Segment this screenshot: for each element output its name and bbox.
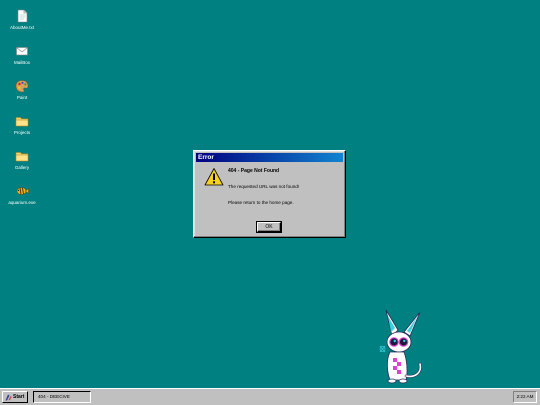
desktop-icon-mailbox[interactable]: MailBox <box>4 44 40 65</box>
error-message-line-1: The requested URL was not found! <box>228 184 300 189</box>
fish-icon <box>16 187 29 195</box>
error-message-line-2: Please return to the home page. <box>228 200 294 205</box>
warning-icon <box>204 168 224 186</box>
desktop-icon-label: Projects <box>13 130 31 135</box>
desktop-icon-label: Paint <box>16 95 28 100</box>
folder-icon <box>15 152 29 162</box>
folder-icon <box>15 117 29 127</box>
desktop-icon-aquarium[interactable]: aquarium.exe <box>4 184 40 205</box>
start-logo-icon <box>5 394 12 400</box>
desktop-icon-gallery[interactable]: Gallery <box>4 149 40 170</box>
mascot-cat-illustration <box>379 309 422 384</box>
start-button[interactable]: Start <box>2 391 28 403</box>
taskbar-item-error-window[interactable]: 404 - DEECIVE <box>33 391 91 403</box>
desktop-icon-aboutme[interactable]: AboutMe.txt <box>4 9 40 30</box>
start-label: Start <box>13 394 25 400</box>
error-dialog: Error 404 - Page Not Found The requested… <box>193 150 346 238</box>
desktop-icon-label: MailBox <box>13 60 30 65</box>
taskbar: Start 404 - DEECIVE 2:22 AM <box>0 388 540 405</box>
mail-icon <box>16 47 28 56</box>
error-heading: 404 - Page Not Found <box>228 168 280 174</box>
desktop-icon-label: AboutMe.txt <box>9 25 34 30</box>
ok-button[interactable]: OK <box>257 222 281 232</box>
system-tray-clock: 2:22 AM <box>513 391 537 403</box>
desktop-icon-label: Gallery <box>14 165 30 170</box>
desktop-icon-projects[interactable]: Projects <box>4 114 40 135</box>
desktop-icon-label: aquarium.exe <box>8 200 36 205</box>
paint-palette-icon <box>15 80 29 93</box>
desktop-icon-paint[interactable]: Paint <box>4 79 40 100</box>
dialog-title: Error <box>198 154 214 161</box>
text-file-icon <box>17 9 28 23</box>
dialog-titlebar[interactable]: Error <box>196 153 343 162</box>
